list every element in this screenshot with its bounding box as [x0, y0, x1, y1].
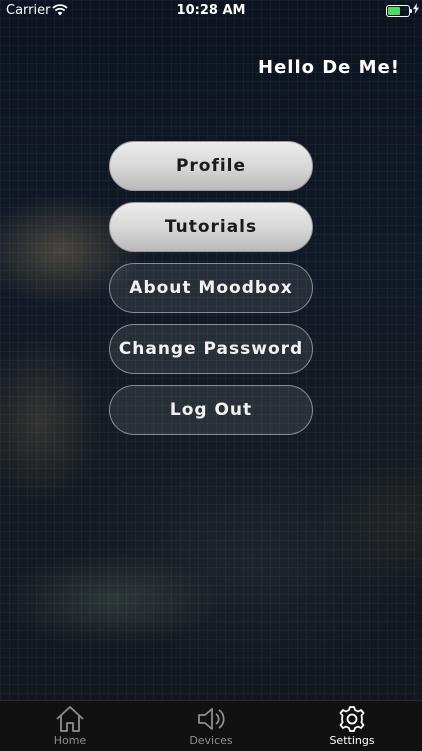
tutorials-button[interactable]: Tutorials	[109, 202, 313, 252]
logout-button[interactable]: Log Out	[109, 385, 313, 435]
charging-bolt-icon	[413, 3, 419, 18]
tab-settings-label: Settings	[329, 734, 375, 747]
tab-devices-label: Devices	[189, 734, 233, 747]
change-password-button[interactable]: Change Password	[109, 324, 313, 374]
battery-icon	[386, 5, 412, 17]
tab-home[interactable]: Home	[20, 701, 120, 751]
status-bar: Carrier 10:28 AM	[0, 0, 422, 22]
home-icon	[20, 705, 120, 733]
profile-button[interactable]: Profile	[109, 141, 313, 191]
status-time: 10:28 AM	[176, 3, 246, 18]
greeting-text: Hello De Me!	[258, 57, 400, 78]
gear-icon	[302, 705, 402, 733]
tab-devices[interactable]: Devices	[161, 701, 261, 751]
speaker-icon	[161, 705, 261, 733]
tab-home-label: Home	[53, 734, 87, 747]
about-moodbox-button[interactable]: About Moodbox	[109, 263, 313, 313]
tab-bar: Home Devices Settings	[0, 700, 422, 751]
tab-settings[interactable]: Settings	[302, 701, 402, 751]
